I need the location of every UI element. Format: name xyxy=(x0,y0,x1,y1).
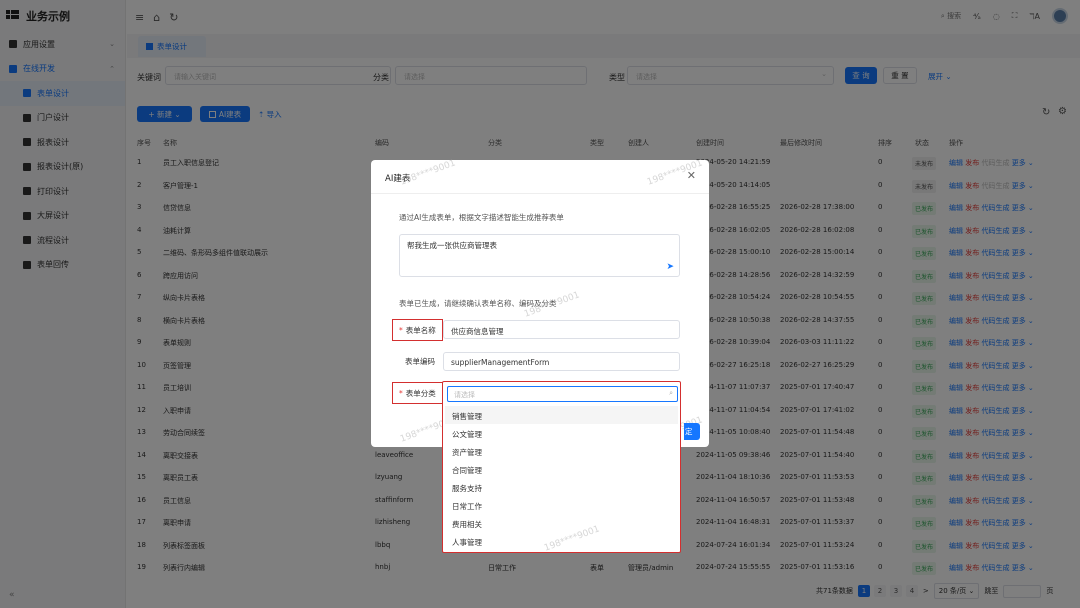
form-category-label: * 表单分类 xyxy=(392,382,443,404)
form-code-input[interactable]: supplierManagementForm xyxy=(443,352,680,371)
category-option[interactable]: 资产管理 xyxy=(445,442,678,460)
dialog-description: 通过AI生成表单，根据文字描述智能生成推荐表单 xyxy=(399,213,564,222)
category-option[interactable]: 费用相关 xyxy=(445,514,678,532)
category-placeholder: 请选择 xyxy=(454,391,475,399)
category-option[interactable]: 公文管理 xyxy=(445,424,678,442)
form-name-label: * 表单名称 xyxy=(392,319,443,341)
form-code-label: 表单编码 xyxy=(405,357,435,366)
category-option[interactable]: 合同管理 xyxy=(445,460,678,478)
category-search-input[interactable]: 请选择 ⌕ xyxy=(447,386,678,402)
send-icon[interactable]: ➤ xyxy=(666,262,674,272)
required-mark: * xyxy=(399,325,403,335)
category-option[interactable]: 服务支持 xyxy=(445,478,678,496)
category-option[interactable]: 日常工作 xyxy=(445,496,678,514)
category-option[interactable]: 销售管理 xyxy=(445,406,678,424)
category-dropdown: 请选择 ⌕ 销售管理 公文管理 资产管理 合同管理 服务支持 日常工作 费用相关 人事管理 1… xyxy=(442,381,681,554)
prompt-textarea[interactable]: 帮我生成一张供应商管理表 ➤ xyxy=(399,234,680,277)
form-name-input[interactable]: 供应商信息管理 xyxy=(443,320,680,339)
search-icon: ⌕ xyxy=(669,389,673,397)
form-category-label-text: 表单分类 xyxy=(405,388,436,398)
form-name-label-text: 表单名称 xyxy=(405,325,436,335)
category-option-list: 销售管理 公文管理 资产管理 合同管理 服务支持 日常工作 费用相关 人事管理 xyxy=(445,406,678,550)
required-mark: * xyxy=(399,388,403,398)
prompt-text: 帮我生成一张供应商管理表 xyxy=(407,241,497,250)
divider xyxy=(371,193,709,194)
confirm-button[interactable]: 定 xyxy=(684,423,700,440)
